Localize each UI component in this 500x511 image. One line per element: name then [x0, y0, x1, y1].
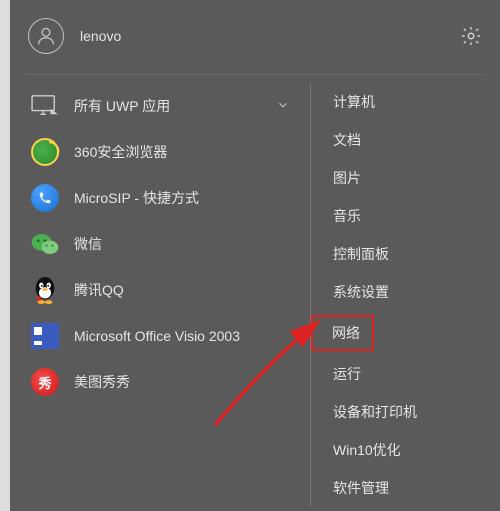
qq-icon [30, 275, 60, 305]
settings-button[interactable] [460, 25, 482, 47]
menu-label: 控制面板 [333, 246, 389, 262]
menu-devices-printers[interactable]: 设备和打印机 [311, 393, 500, 431]
menu-label: 图片 [333, 170, 361, 186]
menu-label: 运行 [333, 366, 361, 382]
apps-column: 所有 UWP 应用 360安全浏览器 MicroSIP - 快捷方式 [20, 83, 310, 507]
menu-software-manage[interactable]: 软件管理 [311, 469, 500, 507]
menu-computer[interactable]: 计算机 [311, 83, 500, 121]
app-microsip[interactable]: MicroSIP - 快捷方式 [20, 175, 310, 221]
app-label: 360安全浏览器 [74, 142, 300, 162]
menu-label: 系统设置 [333, 284, 389, 300]
menu-label: Win10优化 [333, 442, 401, 458]
app-360-browser[interactable]: 360安全浏览器 [20, 129, 310, 175]
menu-control-panel[interactable]: 控制面板 [311, 235, 500, 273]
monitor-icon [30, 91, 60, 121]
divider [25, 74, 485, 75]
app-label: Microsoft Office Visio 2003 [74, 328, 300, 344]
visio-icon [30, 321, 60, 351]
all-uwp-apps[interactable]: 所有 UWP 应用 [20, 83, 310, 129]
meitu-icon: 秀 [30, 367, 60, 397]
menu-documents[interactable]: 文档 [311, 121, 500, 159]
app-label: 微信 [74, 234, 300, 254]
app-label: 美图秀秀 [74, 372, 300, 392]
app-wechat[interactable]: 微信 [20, 221, 310, 267]
menu-music[interactable]: 音乐 [311, 197, 500, 235]
app-visio[interactable]: Microsoft Office Visio 2003 [20, 313, 310, 359]
menu-label: 计算机 [333, 94, 375, 110]
app-meitu[interactable]: 秀 美图秀秀 [20, 359, 310, 405]
all-apps-label: 所有 UWP 应用 [74, 96, 262, 116]
menu-label: 软件管理 [333, 480, 389, 496]
app-label: MicroSIP - 快捷方式 [74, 188, 300, 208]
menu-label-highlighted: 网络 [311, 315, 374, 351]
chevron-down-icon [276, 98, 290, 115]
header: lenovo [10, 0, 500, 72]
app-label: 腾讯QQ [74, 280, 300, 300]
360-browser-icon [30, 137, 60, 167]
menu-run[interactable]: 运行 [311, 355, 500, 393]
menu-label: 设备和打印机 [333, 404, 417, 420]
menu-network[interactable]: 网络 [311, 311, 500, 355]
menu-system-settings[interactable]: 系统设置 [311, 273, 500, 311]
username-label: lenovo [80, 28, 121, 44]
user-icon [28, 18, 64, 54]
places-column: 计算机 文档 图片 音乐 控制面板 系统设置 网络 运行 设备和打印机 Win1… [310, 83, 500, 507]
phone-icon [30, 183, 60, 213]
app-qq[interactable]: 腾讯QQ [20, 267, 310, 313]
menu-pictures[interactable]: 图片 [311, 159, 500, 197]
menu-label: 音乐 [333, 208, 361, 224]
menu-win10-optimize[interactable]: Win10优化 [311, 431, 500, 469]
user-account-button[interactable]: lenovo [28, 18, 121, 54]
wechat-icon [30, 229, 60, 259]
menu-label: 文档 [333, 132, 361, 148]
